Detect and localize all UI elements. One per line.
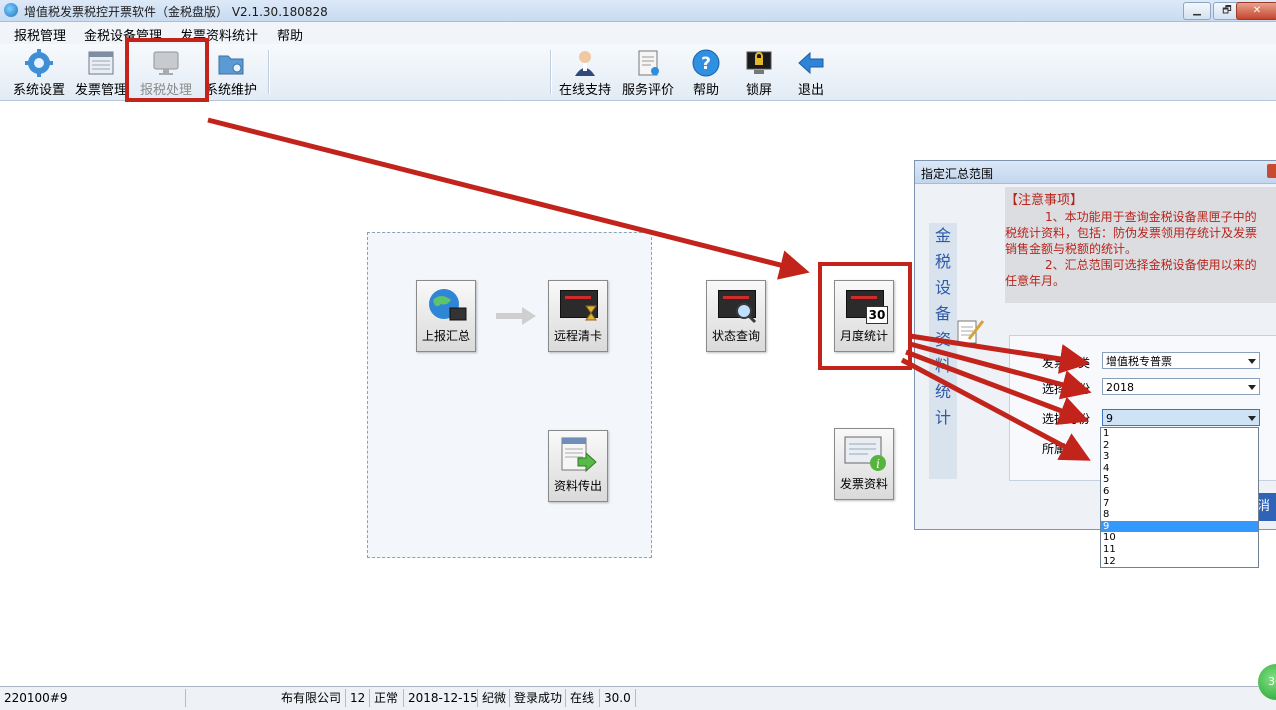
month-option[interactable]: 2: [1101, 440, 1258, 452]
close-button[interactable]: ✕: [1236, 2, 1276, 20]
vertical-title: 金 税 设 备 资 料 统 计: [929, 223, 957, 479]
tax-report-processing-button[interactable]: 报税处理: [135, 46, 197, 98]
folder-gear-icon: [216, 48, 246, 78]
dialog-close-button[interactable]: [1267, 164, 1276, 178]
month-select[interactable]: 9: [1102, 409, 1260, 426]
rating-document-icon: [633, 48, 663, 78]
status-login: 登录成功: [510, 689, 566, 707]
status-query-tile[interactable]: 状态查询: [706, 280, 766, 352]
screen-hourglass-icon: [556, 286, 600, 324]
system-settings-button[interactable]: 系统设置: [8, 46, 70, 98]
status-bar: 220100#9 布有限公司 12 正常 2018-12-15 纪微 登录成功 …: [0, 686, 1276, 710]
status-date: 2018-12-15: [404, 689, 478, 707]
menu-device-management[interactable]: 金税设备管理: [84, 25, 162, 44]
status-state: 正常: [370, 689, 404, 707]
invoice-icon: [86, 48, 116, 78]
menu-bar: 报税管理 金税设备管理 发票资料统计 帮助: [0, 22, 1276, 44]
reporting-flow-panel: [367, 232, 652, 558]
month-option[interactable]: 9: [1101, 520, 1258, 533]
month-option[interactable]: 8: [1101, 509, 1258, 521]
year-select[interactable]: 2018: [1102, 378, 1260, 395]
status-user: 纪微: [478, 689, 510, 707]
app-logo-icon: [4, 3, 18, 17]
service-rating-button[interactable]: 服务评价: [617, 46, 679, 98]
chevron-down-icon: [1248, 359, 1256, 364]
status-number: 12: [346, 689, 370, 707]
svg-text:i: i: [876, 457, 880, 471]
system-maintenance-button[interactable]: 系统维护: [200, 46, 262, 98]
remote-clear-card-tile[interactable]: 远程清卡: [548, 280, 608, 352]
screen-magnifier-icon: [714, 286, 758, 324]
calendar-30-icon: 30: [842, 286, 888, 324]
invoice-type-select[interactable]: 增值税专普票: [1102, 352, 1260, 369]
month-dropdown-list: 1 2 3 4 5 6 7 8 9 10 11 12: [1100, 427, 1259, 568]
status-online: 在线: [566, 689, 600, 707]
minimize-button[interactable]: ▁: [1183, 2, 1211, 20]
globe-icon: [424, 286, 468, 324]
notepad-pencil-icon: [955, 315, 985, 348]
back-arrow-icon: [796, 48, 826, 78]
invoice-data-tile[interactable]: i 发票资料: [834, 428, 894, 500]
monthly-statistics-tile[interactable]: 30 月度统计: [834, 280, 894, 352]
window-title: 增值税发票税控开票软件（金税盘版） V2.1.30.180828: [24, 5, 328, 19]
month-option[interactable]: 10: [1101, 532, 1258, 544]
menu-invoice-statistics[interactable]: 发票资料统计: [180, 25, 258, 44]
month-option[interactable]: 4: [1101, 463, 1258, 475]
invoice-info-icon: i: [842, 434, 886, 472]
status-tax-id: 220100#9: [0, 689, 186, 707]
dialog-title-bar: 指定汇总范围: [915, 161, 1276, 184]
chevron-down-icon: [1248, 385, 1256, 390]
month-option[interactable]: 11: [1101, 544, 1258, 556]
help-icon: ?: [691, 48, 721, 78]
document-export-icon: [556, 436, 600, 474]
chevron-down-icon: [1248, 416, 1256, 421]
notice-box: 【注意事项】 1、本功能用于查询金税设备黑匣子中的 税统计资料，包括：防伪发票领…: [1005, 187, 1276, 303]
month-option[interactable]: 12: [1101, 556, 1258, 568]
gear-icon: [24, 48, 54, 78]
month-option[interactable]: 3: [1101, 451, 1258, 463]
status-version: 30.0: [600, 689, 636, 707]
month-option[interactable]: 1: [1101, 428, 1258, 440]
month-option[interactable]: 7: [1101, 498, 1258, 510]
lock-screen-icon: [744, 48, 774, 78]
toolbar: 系统设置 发票管理 报税处理 系统维护 在线支持 服务评价 ? 帮助 锁屏 退出: [0, 44, 1276, 101]
menu-tax-report[interactable]: 报税管理: [14, 25, 66, 44]
svg-text:?: ?: [701, 54, 711, 74]
exit-button[interactable]: 退出: [780, 46, 842, 98]
monitor-icon: [151, 48, 181, 78]
online-support-button[interactable]: 在线支持: [554, 46, 616, 98]
title-bar: 增值税发票税控开票软件（金税盘版） V2.1.30.180828 ▁ 🗗 ✕: [0, 0, 1276, 22]
menu-help[interactable]: 帮助: [277, 25, 303, 44]
month-option[interactable]: 6: [1101, 486, 1258, 498]
flow-arrow-icon: [494, 305, 538, 330]
upload-summary-tile[interactable]: 上报汇总: [416, 280, 476, 352]
data-export-tile[interactable]: 资料传出: [548, 430, 608, 502]
dialog-title: 指定汇总范围: [921, 167, 994, 181]
support-person-icon: [570, 48, 600, 78]
status-company: 布有限公司: [186, 689, 346, 707]
month-option[interactable]: 5: [1101, 474, 1258, 486]
invoice-management-button[interactable]: 发票管理: [70, 46, 132, 98]
